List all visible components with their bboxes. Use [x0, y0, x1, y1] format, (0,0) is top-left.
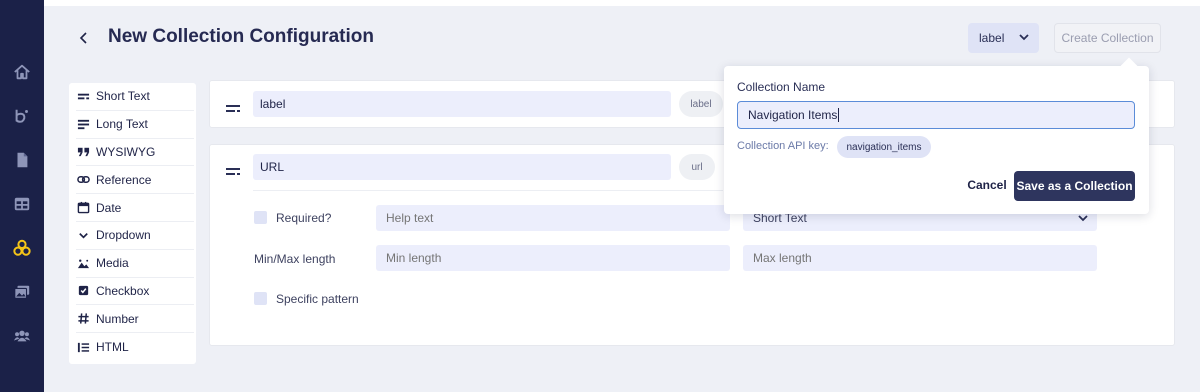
quote-icon: [76, 145, 90, 159]
required-label: Required?: [276, 211, 332, 225]
home-icon[interactable]: [12, 62, 32, 82]
label-select-value: label: [979, 31, 1005, 45]
media-icon[interactable]: [12, 282, 32, 302]
cancel-button[interactable]: Cancel: [964, 172, 1010, 198]
drag-handle-icon[interactable]: [226, 100, 240, 112]
field-name-input[interactable]: label: [253, 91, 671, 117]
required-checkbox[interactable]: [254, 211, 267, 224]
chevron-down-icon: [1077, 212, 1089, 227]
chevron-down-icon: [76, 228, 90, 242]
blog-icon[interactable]: [12, 106, 32, 126]
palette-item-html[interactable]: HTML: [76, 333, 194, 361]
api-key-label: Collection API key:: [737, 140, 829, 152]
calendar-icon: [76, 201, 90, 215]
palette-item-label: Dropdown: [96, 228, 151, 243]
users-icon[interactable]: [12, 326, 32, 346]
api-key-pill: navigation_items: [837, 136, 931, 158]
palette-item-label: Long Text: [96, 117, 148, 132]
specific-pattern-checkbox[interactable]: [254, 292, 267, 305]
chevron-down-icon: [1018, 31, 1030, 46]
field-key-pill: label: [679, 91, 723, 117]
palette-item-number[interactable]: Number: [76, 305, 194, 334]
short-text-icon: [76, 89, 90, 103]
palette-item-media[interactable]: Media: [76, 250, 194, 278]
help-text-input[interactable]: [376, 205, 730, 231]
palette-item-label: Short Text: [96, 89, 150, 104]
palette-item-long-text[interactable]: Long Text: [76, 111, 194, 139]
collection-name-label: Collection Name: [737, 80, 826, 94]
min-length-input[interactable]: [376, 245, 730, 271]
field-type-palette: Short Text Long Text WYSIWYG Reference D…: [69, 83, 196, 364]
create-collection-button[interactable]: Create Collection: [1054, 23, 1161, 53]
create-collection-popover: Collection Name Navigation Items Collect…: [724, 57, 1149, 214]
chevron-left-icon[interactable]: [74, 27, 94, 49]
hash-icon: [76, 312, 90, 326]
palette-item-label: WYSIWYG: [96, 144, 156, 159]
max-length-input[interactable]: [743, 245, 1097, 271]
palette-item-reference[interactable]: Reference: [76, 166, 194, 195]
palette-item-label: Reference: [96, 172, 152, 187]
label-field-select[interactable]: label: [968, 23, 1039, 53]
palette-item-label: HTML: [96, 340, 129, 355]
palette-item-checkbox[interactable]: Checkbox: [76, 278, 194, 306]
field-name-input[interactable]: URL: [253, 154, 671, 180]
document-icon[interactable]: [12, 150, 32, 170]
specific-pattern-label: Specific pattern: [276, 292, 359, 306]
field-key-pill: url: [679, 154, 715, 180]
checkbox-icon: [76, 284, 90, 298]
palette-item-dropdown[interactable]: Dropdown: [76, 222, 194, 250]
long-text-icon: [76, 117, 90, 131]
sidebar: [0, 0, 44, 392]
collections-icon[interactable]: [12, 238, 32, 258]
link-icon: [76, 173, 90, 187]
page-title: New Collection Configuration: [108, 26, 374, 47]
collection-name-value: Navigation Items: [748, 108, 838, 122]
drag-handle-icon[interactable]: [226, 163, 240, 175]
palette-item-label: Media: [96, 256, 129, 271]
min-max-label: Min/Max length: [254, 252, 336, 266]
palette-item-short-text[interactable]: Short Text: [76, 83, 194, 111]
top-strip: [44, 0, 1200, 6]
palette-item-wysiwyg[interactable]: WYSIWYG: [76, 139, 194, 167]
popover-arrow: [1120, 57, 1138, 75]
table-icon[interactable]: [12, 194, 32, 214]
palette-item-label: Number: [96, 311, 139, 326]
collection-name-input[interactable]: Navigation Items: [737, 101, 1135, 129]
save-as-collection-button[interactable]: Save as a Collection: [1014, 171, 1135, 201]
image-icon: [76, 256, 90, 270]
palette-item-date[interactable]: Date: [76, 194, 194, 222]
text-cursor: [838, 108, 840, 122]
palette-item-label: Date: [96, 200, 122, 215]
list-icon: [76, 340, 90, 354]
palette-item-label: Checkbox: [96, 283, 150, 298]
divider: [253, 190, 723, 191]
